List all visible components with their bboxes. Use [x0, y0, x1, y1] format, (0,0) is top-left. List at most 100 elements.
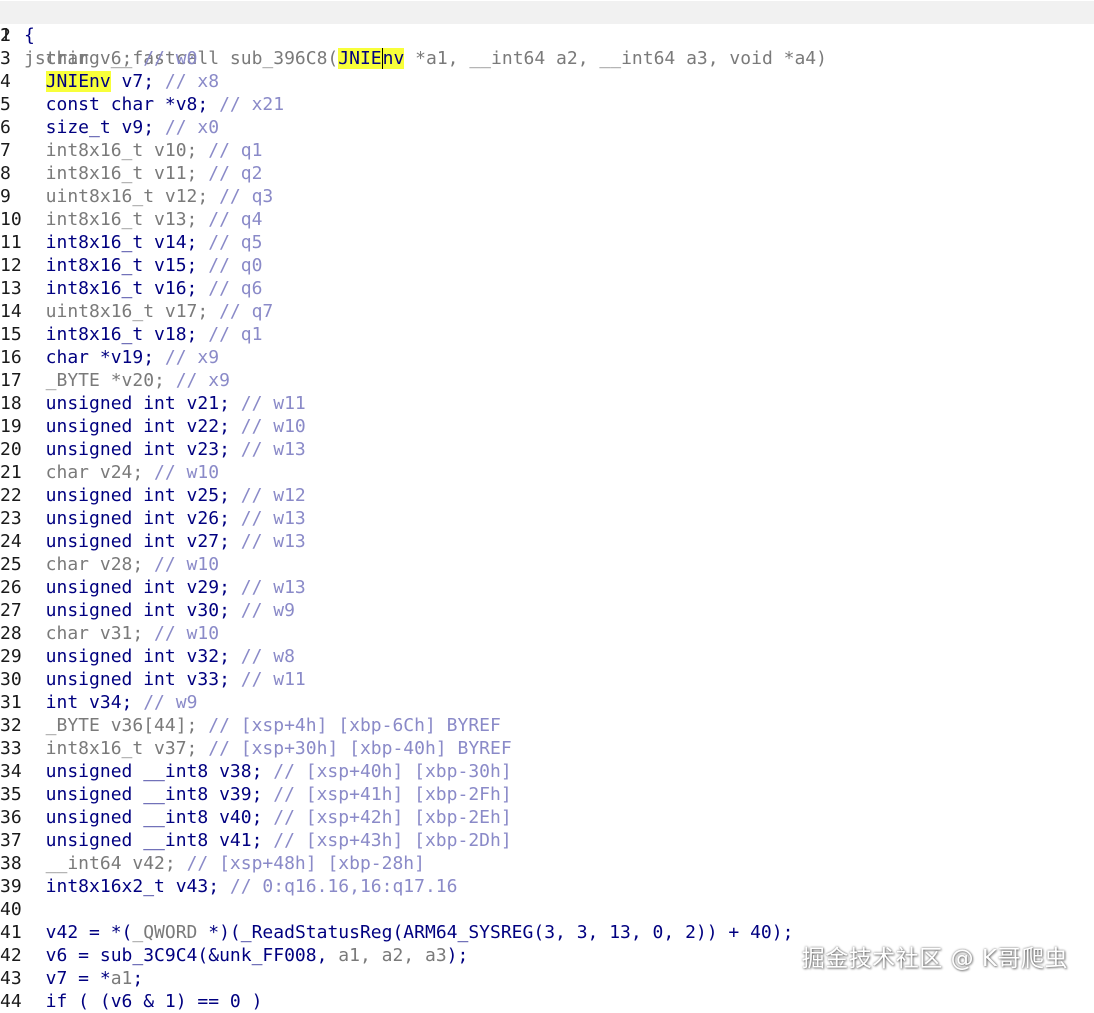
code-text[interactable]: const char *v8; // x21	[24, 93, 284, 116]
code-token[interactable]: unsigned int v32;	[24, 646, 241, 667]
code-token[interactable]: unsigned int v23;	[24, 439, 241, 460]
code-line[interactable]: 36 unsigned __int8 v40; // [xsp+42h] [xb…	[0, 806, 1094, 829]
code-text[interactable]: uint8x16_t v17; // q7	[24, 300, 274, 323]
code-text[interactable]: char *v19; // x9	[24, 346, 219, 369]
code-token[interactable]: // w9	[241, 600, 295, 621]
code-line[interactable]: 34 unsigned __int8 v38; // [xsp+40h] [xb…	[0, 760, 1094, 783]
code-token[interactable]: // w10	[241, 416, 306, 437]
code-line[interactable]: 5 const char *v8; // x21	[0, 93, 1094, 116]
code-line[interactable]: 29 unsigned int v32; // w8	[0, 645, 1094, 668]
code-text[interactable]: unsigned int v22; // w10	[24, 415, 306, 438]
code-text[interactable]: _BYTE v36[44]; // [xsp+4h] [xbp-6Ch] BYR…	[24, 714, 501, 737]
code-text[interactable]: v6 = sub_3C9C4(&unk_FF008, a1, a2, a3);	[24, 944, 469, 967]
code-token[interactable]: // x0	[165, 117, 219, 138]
code-line[interactable]: 20 unsigned int v23; // w13	[0, 438, 1094, 461]
code-line[interactable]: 31 int v34; // w9	[0, 691, 1094, 714]
code-token[interactable]: int8x16_t v16;	[24, 278, 208, 299]
code-text[interactable]: unsigned int v26; // w13	[24, 507, 306, 530]
code-line[interactable]: 27 unsigned int v30; // w9	[0, 599, 1094, 622]
code-text[interactable]: {	[24, 24, 35, 47]
code-line-function-signature[interactable]: 1 jstring __fastcall sub_396C8(JNIEnv *a…	[0, 1, 1094, 69]
code-token[interactable]: unsigned int v22;	[24, 416, 241, 437]
code-text[interactable]: char v6; // w0	[24, 47, 198, 70]
code-text[interactable]: unsigned int v33; // w11	[24, 668, 306, 691]
code-line[interactable]: 4 JNIEnv v7; // x8	[0, 70, 1094, 93]
code-token[interactable]: // x9	[176, 370, 230, 391]
code-token[interactable]: int8x16_t v14;	[24, 232, 208, 253]
code-token[interactable]: unsigned int v25;	[24, 485, 241, 506]
code-token[interactable]: {	[24, 25, 35, 46]
code-token[interactable]: v6 = sub_3C9C4(&unk_FF008,	[24, 945, 338, 966]
code-line[interactable]: 21 char v24; // w10	[0, 461, 1094, 484]
code-token[interactable]: // w10	[154, 554, 219, 575]
code-token[interactable]: *)(_ReadStatusReg(ARM64_SYSREG(3, 3, 13,…	[197, 922, 793, 943]
code-token[interactable]: char v28;	[24, 554, 154, 575]
code-text[interactable]: int8x16_t v18; // q1	[24, 323, 263, 346]
code-token[interactable]: // w11	[241, 669, 306, 690]
code-text[interactable]: __int64 v42; // [xsp+48h] [xbp-28h]	[24, 852, 425, 875]
code-line[interactable]: 7 int8x16_t v10; // q1	[0, 139, 1094, 162]
code-token[interactable]: // q4	[208, 209, 262, 230]
code-token[interactable]: int v34;	[24, 692, 143, 713]
code-line[interactable]: 39 int8x16x2_t v43; // 0:q16.16,16:q17.1…	[0, 875, 1094, 898]
code-text[interactable]: unsigned __int8 v40; // [xsp+42h] [xbp-2…	[24, 806, 512, 829]
code-token[interactable]: v42 = *(	[24, 922, 133, 943]
code-token[interactable]: // x21	[219, 94, 284, 115]
code-line[interactable]: 12 int8x16_t v15; // q0	[0, 254, 1094, 277]
code-text[interactable]: unsigned __int8 v39; // [xsp+41h] [xbp-2…	[24, 783, 512, 806]
code-token[interactable]: // [xsp+43h] [xbp-2Dh]	[273, 830, 511, 851]
code-line[interactable]: 40	[0, 898, 1094, 921]
code-token[interactable]: int8x16_t v37;	[24, 738, 208, 759]
code-line[interactable]: 24 unsigned int v27; // w13	[0, 530, 1094, 553]
code-text[interactable]: unsigned int v30; // w9	[24, 599, 295, 622]
code-line[interactable]: 17 _BYTE *v20; // x9	[0, 369, 1094, 392]
code-token[interactable]: if ( (v6 & 1) == 0 )	[24, 991, 263, 1012]
code-line[interactable]: 2{	[0, 24, 1094, 47]
code-token[interactable]: // q0	[208, 255, 262, 276]
code-token[interactable]: _QWORD	[132, 922, 197, 943]
code-line[interactable]: 44 if ( (v6 & 1) == 0 )	[0, 990, 1094, 1013]
code-token[interactable]: // q3	[219, 186, 273, 207]
code-line[interactable]: 35 unsigned __int8 v39; // [xsp+41h] [xb…	[0, 783, 1094, 806]
code-text[interactable]: unsigned int v23; // w13	[24, 438, 306, 461]
code-token[interactable]: // w8	[241, 646, 295, 667]
code-token[interactable]: unsigned int v27;	[24, 531, 241, 552]
code-text[interactable]: unsigned int v25; // w12	[24, 484, 306, 507]
code-token[interactable]: unsigned __int8 v39;	[24, 784, 273, 805]
code-token[interactable]: // [xsp+42h] [xbp-2Eh]	[273, 807, 511, 828]
code-token[interactable]: a1, a2, a3	[338, 945, 446, 966]
code-token[interactable]: JNIEnv	[45, 71, 111, 92]
code-text[interactable]: unsigned __int8 v41; // [xsp+43h] [xbp-2…	[24, 829, 512, 852]
code-line[interactable]: 3 char v6; // w0	[0, 47, 1094, 70]
code-line[interactable]: 25 char v28; // w10	[0, 553, 1094, 576]
code-token[interactable]: unsigned __int8 v41;	[24, 830, 273, 851]
code-text[interactable]: int8x16_t v11; // q2	[24, 162, 263, 185]
code-text[interactable]: char v24; // w10	[24, 461, 219, 484]
code-token[interactable]: unsigned __int8 v40;	[24, 807, 273, 828]
code-token[interactable]: unsigned int v21;	[24, 393, 241, 414]
code-line[interactable]: 13 int8x16_t v16; // q6	[0, 277, 1094, 300]
code-line[interactable]: 18 unsigned int v21; // w11	[0, 392, 1094, 415]
code-token[interactable]: // q2	[208, 163, 262, 184]
code-token[interactable]: char v24;	[24, 462, 154, 483]
code-token[interactable]: ;	[132, 968, 143, 989]
code-text[interactable]: int8x16_t v16; // q6	[24, 277, 263, 300]
code-token[interactable]: // q5	[208, 232, 262, 253]
code-token[interactable]: // x8	[165, 71, 219, 92]
code-token[interactable]: char v6;	[24, 48, 143, 69]
code-line[interactable]: 15 int8x16_t v18; // q1	[0, 323, 1094, 346]
code-token[interactable]: // x9	[165, 347, 219, 368]
code-line[interactable]: 32 _BYTE v36[44]; // [xsp+4h] [xbp-6Ch] …	[0, 714, 1094, 737]
code-token[interactable]: _BYTE v36[44];	[24, 715, 208, 736]
code-token[interactable]: // [xsp+30h] [xbp-40h] BYREF	[208, 738, 511, 759]
code-token[interactable]: // w11	[241, 393, 306, 414]
code-text[interactable]: int8x16_t v15; // q0	[24, 254, 263, 277]
code-token[interactable]: unsigned __int8 v38;	[24, 761, 273, 782]
code-line[interactable]: 14 uint8x16_t v17; // q7	[0, 300, 1094, 323]
code-token[interactable]: unsigned int v29;	[24, 577, 241, 598]
code-token[interactable]: int8x16_t v15;	[24, 255, 208, 276]
code-token[interactable]: // q1	[208, 324, 262, 345]
code-token[interactable]: int8x16_t v11;	[24, 163, 208, 184]
code-line[interactable]: 11 int8x16_t v14; // q5	[0, 231, 1094, 254]
code-line[interactable]: 23 unsigned int v26; // w13	[0, 507, 1094, 530]
